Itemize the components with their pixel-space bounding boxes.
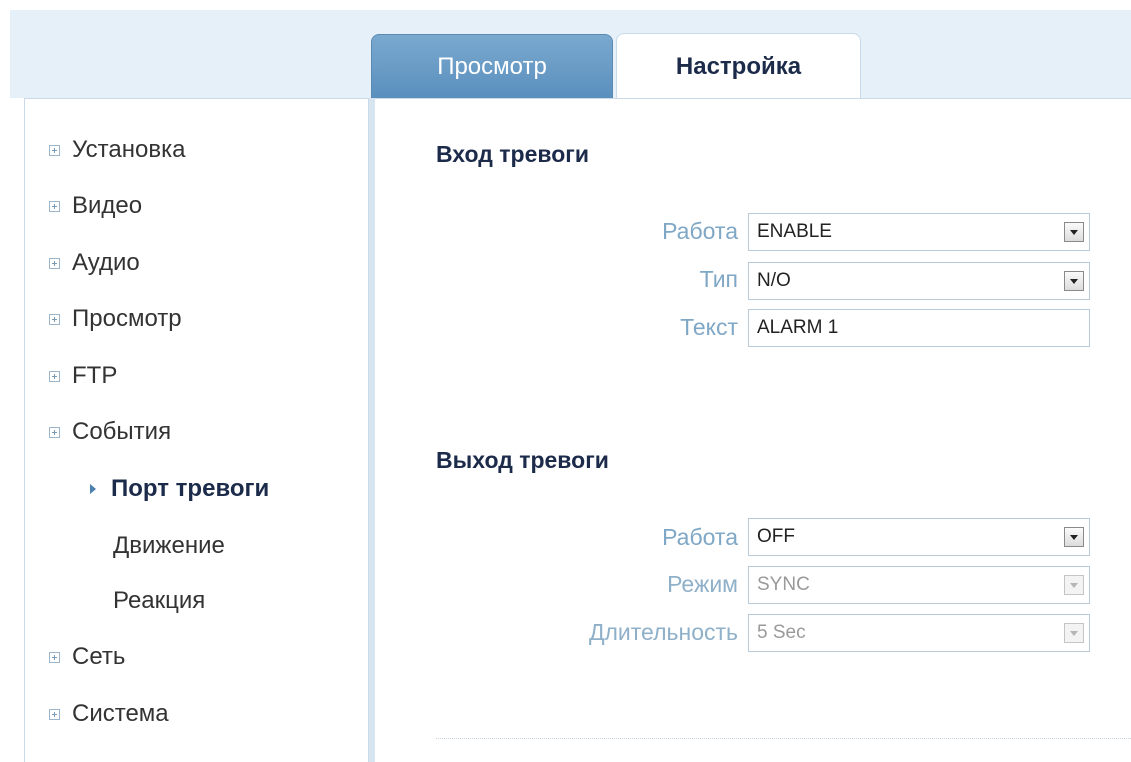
select-value: SYNC — [757, 574, 810, 595]
alarm-output-operation-select[interactable]: OFF — [748, 518, 1090, 556]
sidebar-item-label: Просмотр — [72, 305, 182, 332]
plus-box-icon — [49, 370, 60, 382]
alarm-output-operation-label: Работа — [662, 524, 738, 550]
chevron-down-icon — [1064, 575, 1084, 595]
content-border — [375, 98, 1131, 99]
section-divider — [436, 738, 1131, 739]
plus-box-icon — [49, 257, 60, 269]
alarm-input-title: Вход тревоги — [436, 141, 589, 167]
sidebar-item-ftp[interactable]: FTP — [49, 362, 117, 390]
sidebar-item-label: Сеть — [72, 643, 126, 670]
sidebar-item-label: Аудио — [72, 249, 140, 276]
sidebar-item-events[interactable]: События — [49, 418, 171, 446]
sidebar-item-video[interactable]: Видео — [49, 192, 142, 220]
sidebar-item-audio[interactable]: Аудио — [49, 249, 140, 277]
alarm-output-mode-select: SYNC — [748, 566, 1090, 604]
sidebar-divider — [369, 98, 375, 762]
plus-box-icon — [49, 200, 60, 212]
text-field-value: ALARM 1 — [757, 317, 839, 338]
alarm-input-type-select[interactable]: N/O — [748, 262, 1090, 300]
sidebar-subitem-label: Реакция — [113, 587, 206, 614]
sidebar-item-label: FTP — [72, 362, 118, 389]
select-value: N/O — [757, 270, 791, 291]
alarm-output-duration-label: Длительность — [588, 619, 738, 645]
sidebar-item-label: События — [72, 418, 172, 445]
chevron-down-icon[interactable] — [1064, 527, 1084, 547]
plus-box-icon — [49, 144, 60, 156]
alarm-input-text-label: Текст — [680, 314, 738, 340]
alarm-input-operation-label: Работа — [662, 218, 738, 244]
sidebar-item-label: Видео — [72, 192, 143, 219]
chevron-down-icon — [1064, 623, 1084, 643]
chevron-down-icon[interactable] — [1064, 222, 1084, 242]
tab-view[interactable]: Просмотр — [371, 34, 613, 98]
sidebar-subitem-alarm-port[interactable]: Порт тревоги — [90, 475, 269, 503]
chevron-down-icon[interactable] — [1064, 271, 1084, 291]
alarm-output-mode-label: Режим — [667, 571, 738, 597]
sidebar-subitem-label: Порт тревоги — [111, 475, 270, 502]
sidebar-item-label: Система — [72, 700, 169, 727]
sidebar-item-view[interactable]: Просмотр — [49, 305, 182, 333]
triangle-right-icon — [90, 484, 96, 494]
sidebar-subitem-reaction[interactable]: Реакция — [113, 587, 205, 615]
plus-box-icon — [49, 651, 60, 663]
alarm-input-type-label: Тип — [699, 266, 738, 292]
select-value: 5 Sec — [757, 622, 806, 643]
sidebar-subitem-motion[interactable]: Движение — [113, 532, 225, 560]
plus-box-icon — [49, 708, 60, 720]
alarm-input-text-field[interactable]: ALARM 1 — [748, 309, 1090, 347]
alarm-output-title: Выход тревоги — [436, 447, 609, 473]
alarm-input-operation-select[interactable]: ENABLE — [748, 213, 1090, 251]
plus-box-icon — [49, 426, 60, 438]
alarm-output-duration-select: 5 Sec — [748, 614, 1090, 652]
select-value: ENABLE — [757, 221, 832, 242]
tab-settings[interactable]: Настройка — [616, 33, 861, 99]
sidebar-subitem-label: Движение — [113, 532, 225, 559]
sidebar-item-system[interactable]: Система — [49, 700, 169, 728]
select-value: OFF — [757, 526, 795, 547]
sidebar-item-setup[interactable]: Установка — [49, 136, 185, 164]
sidebar-item-label: Установка — [72, 136, 186, 163]
plus-box-icon — [49, 313, 60, 325]
sidebar-item-network[interactable]: Сеть — [49, 643, 125, 671]
